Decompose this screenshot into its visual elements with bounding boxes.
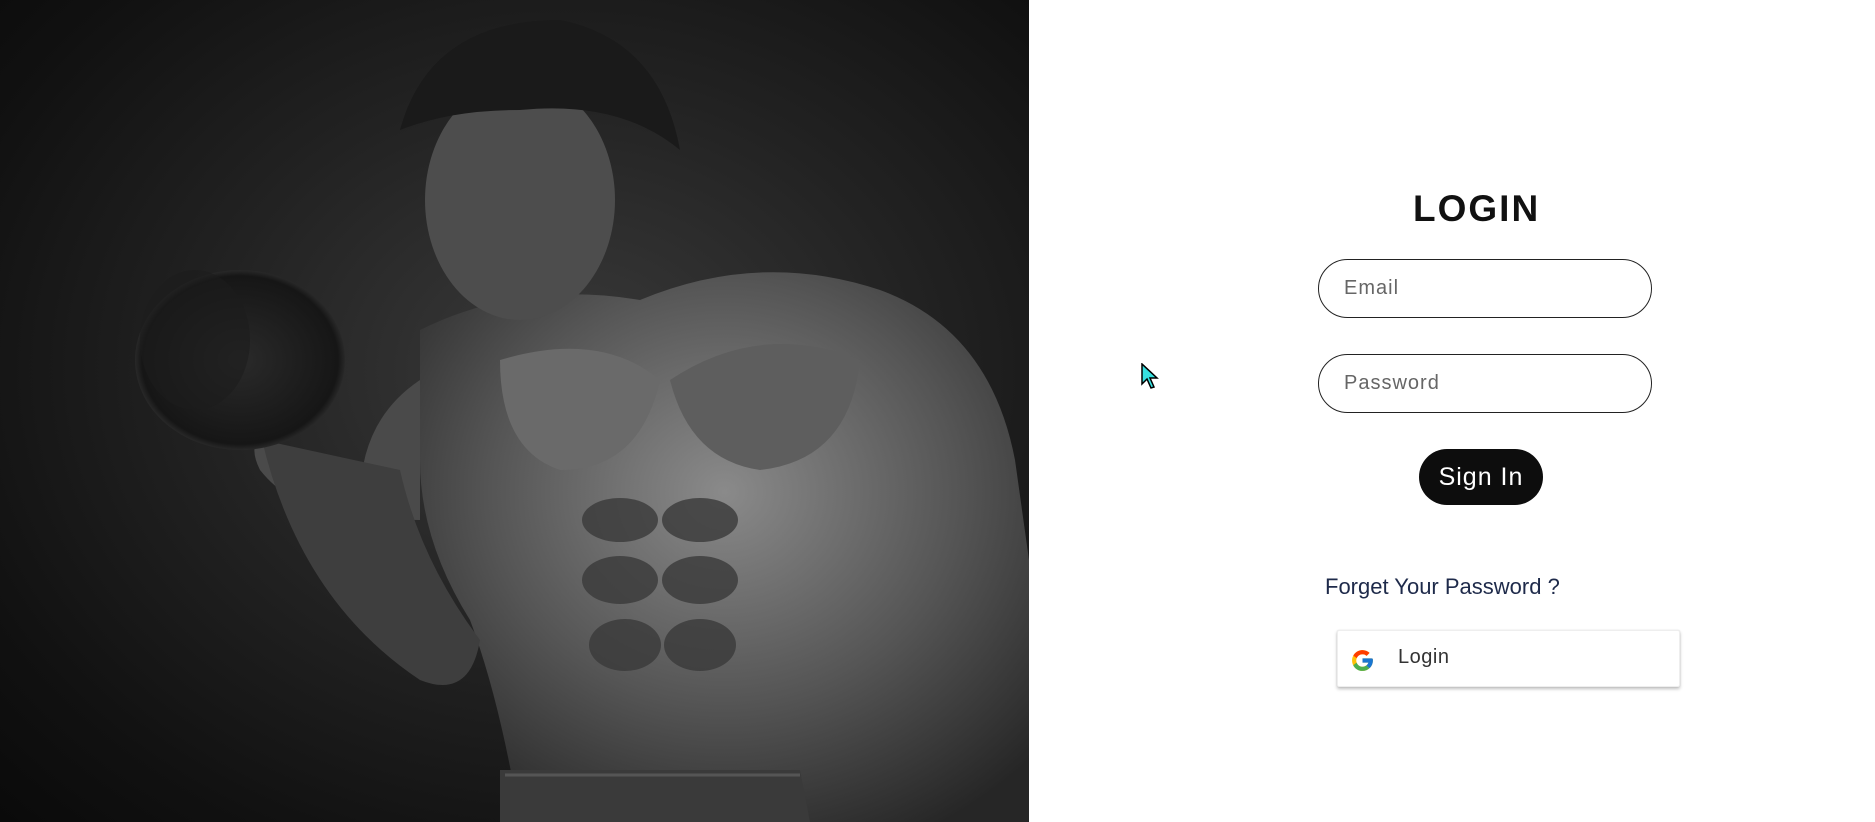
bodybuilder-illustration <box>135 20 1029 822</box>
mouse-cursor-icon <box>1141 363 1159 389</box>
login-title: LOGIN <box>1413 188 1541 229</box>
email-field[interactable] <box>1318 259 1652 318</box>
hero-image <box>0 0 1029 822</box>
forgot-password-link[interactable]: Forget Your Password ? <box>1325 574 1560 600</box>
login-page: LOGIN Sign In Forget Your Password ? Log… <box>0 0 1875 822</box>
google-login-label: Login <box>1398 646 1450 668</box>
google-login-button[interactable]: Login <box>1337 630 1680 687</box>
sign-in-button[interactable]: Sign In <box>1419 449 1543 505</box>
password-field[interactable] <box>1318 354 1652 413</box>
google-icon <box>1352 650 1373 671</box>
